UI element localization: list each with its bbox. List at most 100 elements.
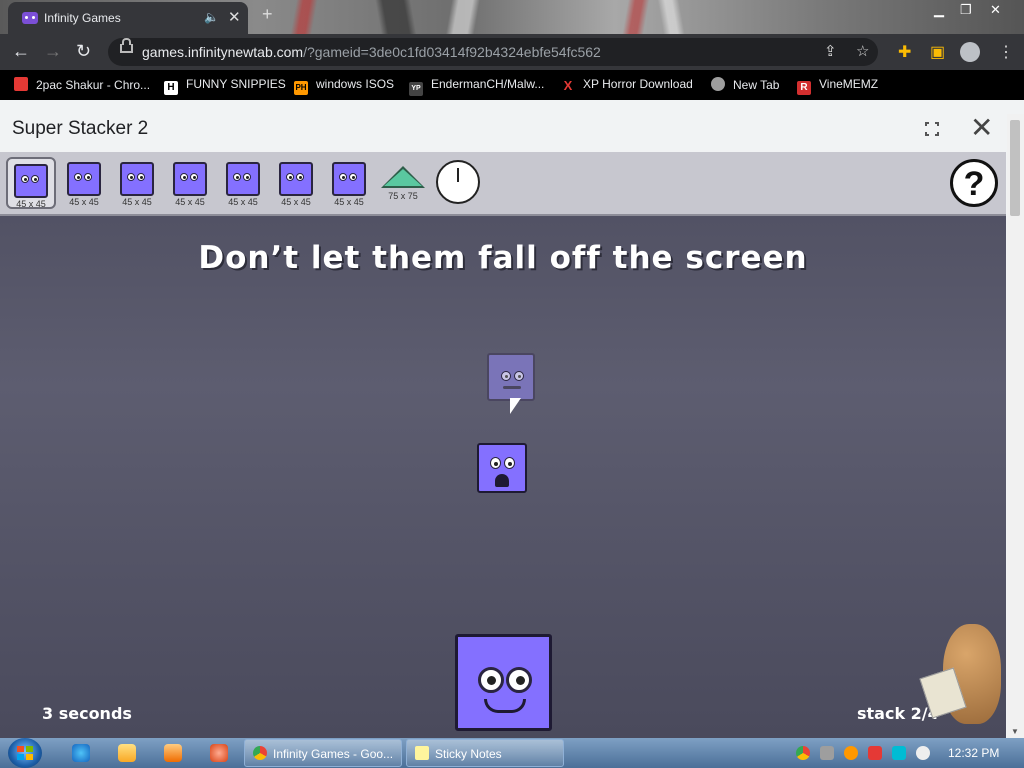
shape-slot-1[interactable]: 45 x 45: [6, 157, 56, 209]
x-icon: X: [563, 78, 573, 93]
taskbar-sticky-notes-button[interactable]: Sticky Notes: [406, 739, 564, 767]
bookmark-label: windows ISOS: [316, 77, 395, 91]
shape-size-label: 45 x 45: [122, 197, 152, 207]
close-game-icon[interactable]: ✕: [970, 114, 993, 142]
shape-slot-2[interactable]: 45 x 45: [59, 157, 109, 209]
globe-icon: [711, 77, 725, 91]
media-player-icon[interactable]: [164, 744, 182, 762]
bookmark-item[interactable]: R VineMEMZ: [797, 77, 878, 95]
lock-icon[interactable]: [120, 38, 133, 53]
window-close-icon[interactable]: ✕: [990, 2, 1001, 18]
preview-block: [487, 353, 535, 401]
square-block-icon: [120, 162, 154, 196]
tray-network-icon[interactable]: [892, 746, 906, 760]
chrome-icon: [253, 746, 267, 760]
shape-slot-8[interactable]: 75 x 75: [378, 157, 428, 209]
bookmark-item[interactable]: PH windows ISOS: [294, 77, 394, 95]
taskbar-button-label: Sticky Notes: [435, 747, 502, 761]
bookmark-item[interactable]: New Tab: [711, 77, 779, 92]
shape-size-label: 45 x 45: [175, 197, 205, 207]
browser-tab[interactable]: Infinity Games 🔈 ✕: [8, 2, 248, 34]
bookmark-label: XP Horror Download: [583, 77, 693, 91]
page-scrollbar[interactable]: ▼: [1007, 114, 1024, 738]
address-bar[interactable]: games.infinitynewtab.com/?gameid=3de0c1f…: [108, 38, 878, 66]
shape-toolbar: 45 x 45 45 x 45 45 x 45 45 x 45 45 x 45 …: [0, 152, 1006, 216]
taskbar-chrome-button[interactable]: Infinity Games - Goo...: [244, 739, 402, 767]
internet-explorer-icon[interactable]: [72, 744, 90, 762]
triangle-block-icon: [381, 166, 425, 188]
fullscreen-icon[interactable]: [925, 122, 939, 136]
new-tab-icon[interactable]: +: [262, 4, 273, 25]
tray-search-icon[interactable]: [844, 746, 858, 760]
shape-slot-7[interactable]: 45 x 45: [324, 157, 374, 209]
browser-toolbar: ← → ↻ games.infinitynewtab.com/?gameid=3…: [0, 34, 1024, 70]
shape-slot-3[interactable]: 45 x 45: [112, 157, 162, 209]
bookmark-item[interactable]: H FUNNY SNIPPIES: [164, 77, 286, 95]
falling-block: [477, 443, 527, 493]
url-path: /?gameid=3de0c1fd03414f92b4324ebfe54fc56…: [303, 44, 601, 60]
reload-icon[interactable]: ↻: [76, 41, 91, 62]
help-button[interactable]: ?: [950, 159, 998, 207]
minimize-icon[interactable]: ▁: [934, 2, 944, 18]
browser-tab-strip: Infinity Games 🔈 ✕ + ▁ ❐ ✕: [0, 0, 1024, 34]
square-block-icon: [173, 162, 207, 196]
bookmarks-bar: 2pac Shakur - Chro... H FUNNY SNIPPIES PH…: [0, 70, 1024, 100]
clock-icon[interactable]: [436, 160, 480, 204]
r-icon: R: [797, 81, 811, 95]
url-text: games.infinitynewtab.com/?gameid=3de0c1f…: [142, 44, 601, 60]
paint-icon[interactable]: [210, 744, 228, 762]
timer-text: 3 seconds: [42, 704, 132, 723]
tray-flag-icon[interactable]: [868, 746, 882, 760]
bookmark-label: New Tab: [733, 78, 780, 92]
ph-icon: PH: [294, 81, 308, 95]
sticky-notes-icon: [415, 746, 429, 760]
back-icon[interactable]: ←: [12, 41, 30, 62]
tab-close-icon[interactable]: ✕: [228, 8, 241, 26]
profile-avatar[interactable]: [960, 42, 980, 62]
bookmark-item[interactable]: X XP Horror Download: [561, 77, 693, 93]
shape-size-label: 45 x 45: [281, 197, 311, 207]
bookmark-item[interactable]: YP EndermanCH/Malw...: [409, 77, 544, 96]
taskbar: Infinity Games - Goo... Sticky Notes 12:…: [0, 738, 1024, 768]
taskbar-button-label: Infinity Games - Goo...: [273, 747, 394, 761]
bookmark-star-icon[interactable]: ☆: [856, 42, 869, 60]
scroll-down-arrow-icon[interactable]: ▼: [1011, 727, 1019, 736]
tray-volume-icon[interactable]: [916, 746, 930, 760]
tray-chrome-icon[interactable]: [796, 746, 810, 760]
share-icon[interactable]: ⇪: [824, 42, 837, 60]
infinity-games-favicon-icon: [22, 12, 38, 24]
tab-title: Infinity Games: [44, 11, 121, 25]
shape-slot-5[interactable]: 45 x 45: [218, 157, 268, 209]
side-panel-icon[interactable]: ▣: [930, 42, 945, 62]
folder-icon: [14, 77, 28, 91]
extensions-icon[interactable]: ✚: [898, 42, 911, 62]
hamster-mascot: [919, 614, 1005, 734]
file-explorer-icon[interactable]: [118, 744, 136, 762]
square-block-icon: [226, 162, 260, 196]
shape-size-label: 45 x 45: [228, 197, 258, 207]
speaker-icon[interactable]: 🔈: [204, 10, 219, 24]
menu-icon[interactable]: ⋮: [998, 42, 1014, 62]
game-canvas[interactable]: 45 x 45 45 x 45 45 x 45 45 x 45 45 x 45 …: [0, 152, 1006, 738]
shape-size-label: 45 x 45: [334, 197, 364, 207]
square-block-icon: [67, 162, 101, 196]
theme-background: [240, 0, 940, 34]
shape-size-label: 45 x 45: [16, 199, 46, 209]
shape-slot-4[interactable]: 45 x 45: [165, 157, 215, 209]
h-icon: H: [164, 81, 178, 95]
tray-app-icon[interactable]: [820, 746, 834, 760]
bookmark-label: VineMEMZ: [819, 77, 879, 91]
shape-slot-6[interactable]: 45 x 45: [271, 157, 321, 209]
start-button[interactable]: [8, 738, 42, 768]
mouse-cursor-icon: [510, 398, 521, 414]
scrollbar-thumb[interactable]: [1010, 120, 1020, 216]
bookmark-item[interactable]: 2pac Shakur - Chro...: [14, 77, 150, 92]
restore-icon[interactable]: ❐: [960, 2, 972, 18]
forward-icon[interactable]: →: [44, 41, 62, 62]
game-title: Super Stacker 2: [12, 118, 149, 139]
bookmark-label: FUNNY SNIPPIES: [186, 77, 286, 91]
taskbar-clock[interactable]: 12:32 PM: [948, 746, 999, 760]
windows-logo-icon: [17, 746, 33, 760]
bookmark-label: 2pac Shakur - Chro...: [36, 78, 151, 92]
square-block-icon: [332, 162, 366, 196]
